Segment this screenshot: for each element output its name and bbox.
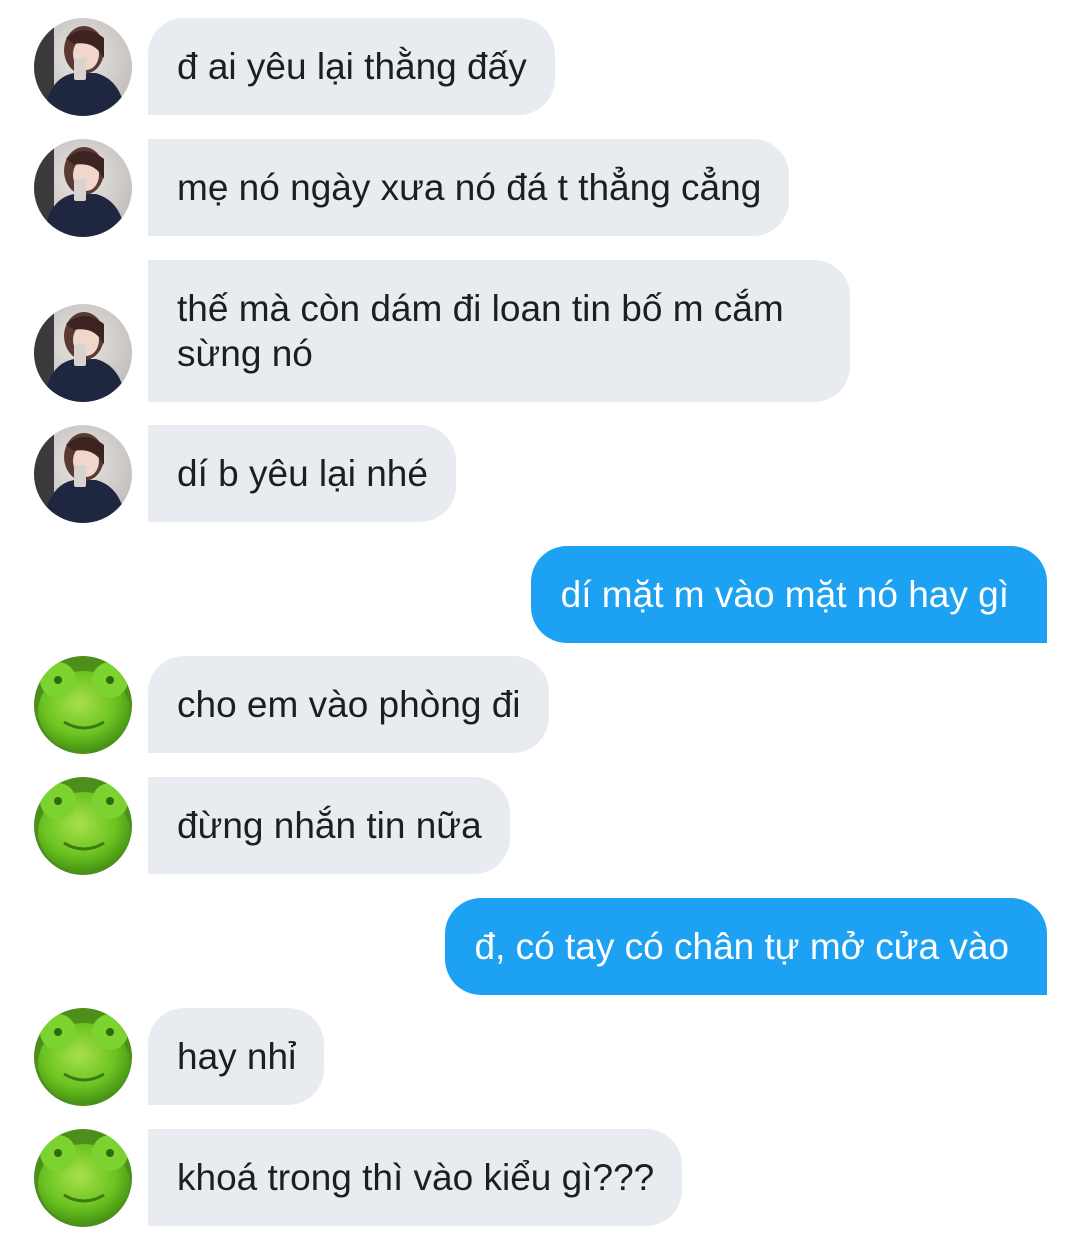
girl-photo-icon — [34, 425, 132, 523]
message-bubble-incoming[interactable]: cho em vào phòng đi — [148, 656, 549, 753]
girl-avatar[interactable] — [34, 304, 132, 402]
message-bubble-incoming[interactable]: đ ai yêu lại thằng đấy — [148, 18, 555, 115]
message-bubble-incoming[interactable]: khoá trong thì vào kiểu gì??? — [148, 1129, 683, 1226]
girl-avatar[interactable] — [34, 139, 132, 237]
girl-avatar[interactable] — [34, 425, 132, 523]
message-bubble-incoming[interactable]: mẹ nó ngày xưa nó đá t thẳng cẳng — [148, 139, 790, 236]
frog-plush-icon — [34, 777, 132, 875]
frog-plush-icon — [34, 656, 132, 754]
frog-plush-icon — [34, 1129, 132, 1227]
frog-avatar[interactable] — [34, 1008, 132, 1106]
frog-avatar[interactable] — [34, 777, 132, 875]
message-bubble-outgoing[interactable]: dí mặt m vào mặt nó hay gì — [530, 546, 1047, 643]
frog-avatar[interactable] — [34, 1129, 132, 1227]
message-bubble-incoming[interactable]: dí b yêu lại nhé — [148, 425, 456, 522]
message-bubble-incoming[interactable]: thế mà còn dám đi loan tin bố m cắm sừng… — [148, 260, 850, 402]
girl-photo-icon — [34, 304, 132, 402]
message-bubble-incoming[interactable]: đừng nhắn tin nữa — [148, 777, 510, 874]
girl-photo-icon — [34, 139, 132, 237]
message-bubble-incoming[interactable]: hay nhỉ — [148, 1008, 325, 1105]
frog-avatar[interactable] — [34, 656, 132, 754]
message-bubble-outgoing[interactable]: đ, có tay có chân tự mở cửa vào — [444, 898, 1047, 995]
frog-plush-icon — [34, 1008, 132, 1106]
girl-photo-icon — [34, 18, 132, 116]
girl-avatar[interactable] — [34, 18, 132, 116]
